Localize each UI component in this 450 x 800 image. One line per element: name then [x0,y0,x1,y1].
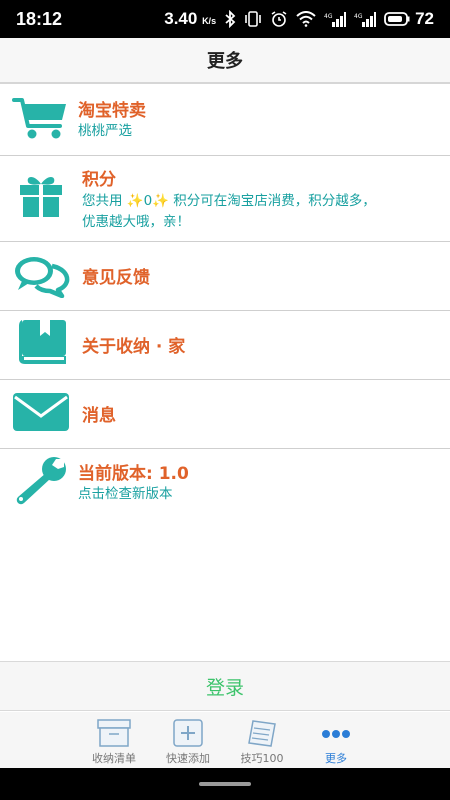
menu-item-messages-label: 消息 [82,406,116,426]
menu-item-points[interactable]: 积分 您共用 ✨0✨ 积分可在淘宝店消费，积分越多， 优惠越大哦，亲！ [0,156,450,242]
tab-more-label: 更多 [325,752,347,765]
more-dots-icon [322,730,350,738]
notebook-icon [248,720,276,747]
svg-text:4G: 4G [324,13,333,20]
menu-item-taobao[interactable]: 淘宝特卖 桃桃严选 [0,86,450,156]
gift-icon [20,177,62,217]
menu-item-feedback[interactable]: 意见反馈 [0,242,450,311]
alarm-icon [271,11,287,27]
menu-item-about-label: 关于收纳 · 家 [82,337,186,357]
battery-icon [384,12,410,26]
vibrate-icon [245,11,261,27]
cart-icon [12,98,66,139]
page-title: 更多 [207,51,243,72]
book-icon [19,320,66,364]
more-menu-list: 淘宝特卖 桃桃严选 积分 您共用 ✨0✨ 积分可在淘宝店消费，积分越多， 优惠越… [0,86,450,515]
battery-level: 72 [415,9,434,28]
menu-item-taobao-label: 淘宝特卖 [78,101,146,121]
login-button[interactable]: 登录 [0,661,450,711]
chat-bubbles-icon [15,257,70,298]
envelope-icon [13,393,69,431]
signal-icon-2: 4G [354,12,377,27]
menu-item-version-label: 当前版本: 1.0 [78,464,189,484]
menu-item-points-sub-line1: 您共用 ✨0✨ 积分可在淘宝店消费，积分越多， [82,193,376,209]
menu-item-version-sub: 点击检查新版本 [78,486,173,502]
menu-item-points-sub-line2: 优惠越大哦，亲！ [82,214,190,230]
wifi-icon [296,11,316,27]
tab-storage-list-label: 收纳清单 [92,752,136,765]
tab-tips[interactable]: 技巧100 [225,712,299,768]
bottom-tab-bar: 收纳清单 快速添加 技巧100 更多 [0,712,450,768]
tab-storage-list[interactable]: 收纳清单 [77,712,151,768]
menu-item-version[interactable]: 当前版本: 1.0 点击检查新版本 [0,449,450,515]
menu-item-feedback-label: 意见反馈 [82,268,150,288]
status-time: 18:12 [16,8,63,29]
svg-text:4G: 4G [354,13,363,20]
tab-more[interactable]: 更多 [299,712,373,768]
box-icon [97,719,131,747]
status-right: 3.40 K/s 4G 4G 72 [164,9,434,29]
title-bar: 更多 [0,38,450,84]
menu-item-taobao-sub: 桃桃严选 [78,123,132,139]
system-nav-bar [0,768,450,800]
network-speed: 3.40 K/s [164,9,217,28]
wrench-icon [16,457,66,505]
login-button-label: 登录 [205,676,244,699]
tab-quick-add[interactable]: 快速添加 [151,712,225,768]
signal-icon-1: 4G [324,12,347,27]
tab-tips-label: 技巧100 [240,752,284,765]
bluetooth-icon [225,10,236,28]
menu-item-messages[interactable]: 消息 [0,380,450,449]
home-gesture-handle[interactable] [199,782,251,786]
add-icon [173,719,203,747]
status-bar: 18:12 3.40 K/s 4G 4G 72 [0,0,450,38]
menu-item-points-label: 积分 [82,170,116,190]
menu-item-about[interactable]: 关于收纳 · 家 [0,311,450,380]
tab-quick-add-label: 快速添加 [166,752,210,765]
battery-indicator: 72 [384,9,434,29]
